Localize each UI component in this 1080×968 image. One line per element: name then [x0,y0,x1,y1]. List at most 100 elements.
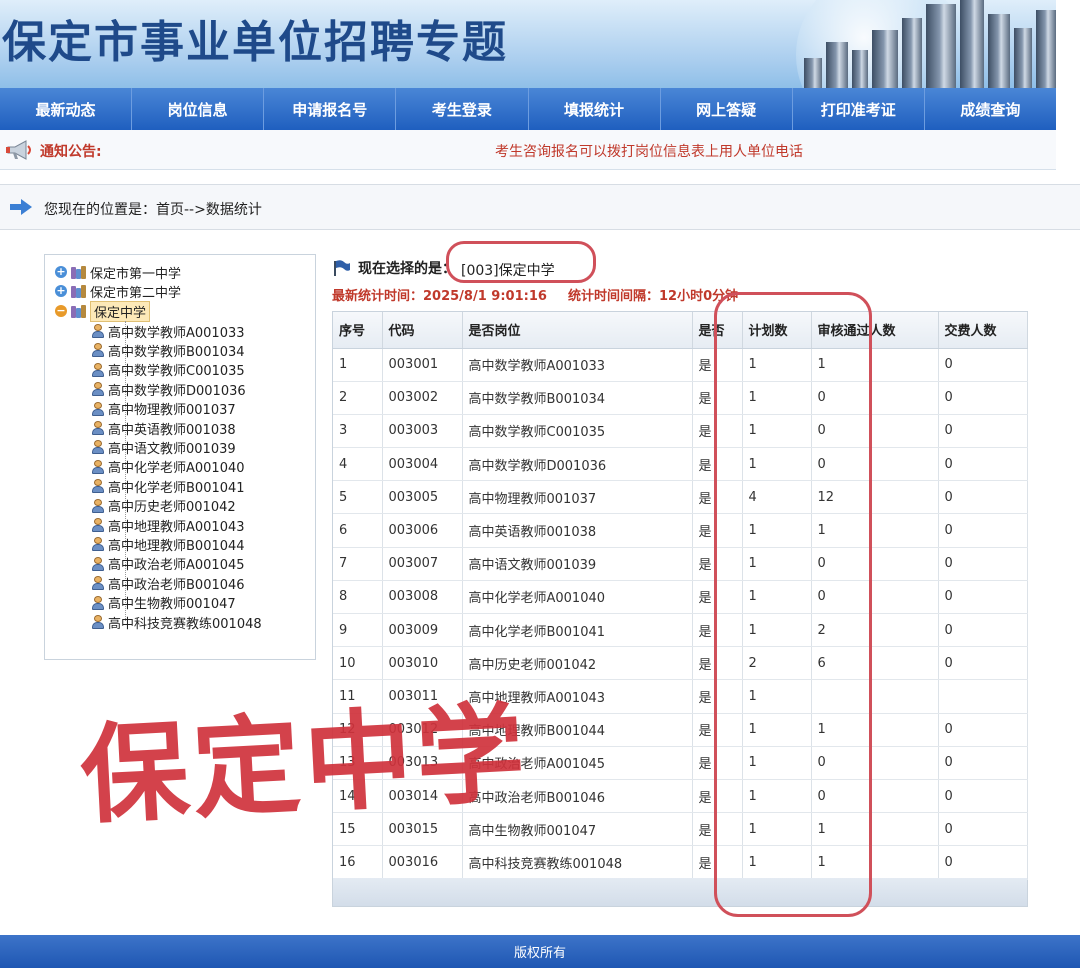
cell-position: 高中英语教师001038 [462,513,693,548]
nav-online-qa[interactable]: 网上答疑 [661,88,793,130]
annotation-circle-selection [446,241,596,283]
cell-code: 003016 [382,845,463,880]
tree-node-position[interactable]: 高中数学教师C001035 [91,361,245,379]
arrow-right-icon [10,199,32,215]
cell-paid: 0 [938,480,1028,515]
city-skyline-graphic [796,0,1056,88]
nav-apply-number[interactable]: 申请报名号 [264,88,397,130]
cell-position: 高中科技竞赛教练001048 [462,845,693,880]
cell-code: 003008 [382,580,463,615]
notice-text[interactable]: 考生咨询报名可以拨打岗位信息表上用人单位电话 [495,141,803,161]
nav-score-query[interactable]: 成绩查询 [925,88,1056,130]
tree-node-position[interactable]: 高中政治老师B001046 [91,574,245,593]
tree-node-label: 高中历史老师001042 [108,500,236,516]
cell-paid: 0 [938,447,1028,482]
tree-node-label: 高中数学教师A001033 [108,325,245,341]
table-row[interactable]: 3 003003 高中数学教师C001035 是 1 0 0 [333,414,1028,449]
col-header-paid: 交费人数 [938,312,1028,349]
col-header-position: 是否岗位 [462,312,693,349]
tree-node-label: 高中政治老师A001045 [108,558,245,574]
tree-node-position[interactable]: 高中科技竞赛教练001048 [91,613,262,632]
tree-node-position[interactable]: 高中地理教师B001044 [91,535,245,554]
nav-application-stats[interactable]: 填报统计 [529,88,661,130]
cell-index: 3 [333,414,383,449]
tree-node-position[interactable]: 高中化学老师A001040 [91,458,245,476]
person-icon [91,401,105,416]
site-banner: 保定市事业单位招聘专题 [0,0,1056,88]
person-icon [91,615,105,629]
person-icon [91,459,105,474]
tree-node-label: 高中生物教师001047 [108,597,236,613]
table-row[interactable]: 1 003001 高中数学教师A001033 是 1 1 0 [333,348,1028,382]
tree-node-position[interactable]: 高中物理教师001037 [91,400,236,418]
tree-node-position[interactable]: 高中数学教师B001034 [91,341,245,360]
cell-code: 003004 [382,447,463,482]
person-icon [91,595,105,610]
person-icon [91,537,105,552]
tree-node-position[interactable]: 高中政治老师A001045 [91,555,245,573]
cell-code: 003006 [382,513,463,548]
cell-index: 2 [333,381,383,415]
cell-paid: 0 [938,613,1028,648]
tree-node-position[interactable]: 高中数学教师D001036 [91,380,246,399]
table-row[interactable]: 5 003005 高中物理教师001037 是 4 12 0 [333,480,1028,515]
cell-paid: 0 [938,812,1028,847]
table-row[interactable]: 7 003007 高中语文教师001039 是 1 0 0 [333,547,1028,581]
cell-position: 高中数学教师B001034 [462,381,693,415]
tree-node-position[interactable]: 高中地理教师A001043 [91,516,245,535]
cell-position: 高中数学教师C001035 [462,414,693,449]
nav-candidate-login[interactable]: 考生登录 [396,88,529,130]
cell-index: 16 [333,845,383,880]
table-row[interactable]: 4 003004 高中数学教师D001036 是 1 0 0 [333,447,1028,482]
cell-position: 高中物理教师001037 [462,480,693,515]
cell-code: 003007 [382,547,463,581]
tree-node-position[interactable]: 高中语文教师001039 [91,438,236,457]
nav-print-admission[interactable]: 打印准考证 [793,88,925,130]
tree-node-position[interactable]: 高中历史老师001042 [91,497,236,515]
tree-node-position[interactable]: 高中生物教师001047 [91,594,236,612]
table-row[interactable]: 2 003002 高中数学教师B001034 是 1 0 0 [333,381,1028,415]
flag-icon [334,260,350,276]
main-nav: 最新动态 岗位信息 申请报名号 考生登录 填报统计 网上答疑 打印准考证 成绩查… [0,88,1056,130]
person-icon [91,518,105,532]
tree-node-school-1[interactable]: + 保定市第一中学 [55,263,182,282]
notice-label: 通知公告: [40,144,102,160]
tree-node-position[interactable]: 高中数学教师A001033 [91,322,245,341]
expand-icon[interactable]: + [55,285,67,297]
cell-code: 003005 [382,480,463,515]
tree-node-school-2[interactable]: + 保定市第二中学 [55,282,181,301]
tree-node-school-3[interactable]: − 保定中学 [55,300,151,322]
cell-index: 5 [333,480,383,515]
tree-node-label: 保定市第一中学 [90,266,182,282]
tree-node-position[interactable]: 高中英语教师001038 [91,419,236,438]
person-icon [91,576,105,591]
table-row[interactable]: 6 003006 高中英语教师001038 是 1 1 0 [333,513,1028,548]
breadcrumb-text: 您现在的位置是：首页-->数据统计 [44,202,262,218]
cell-position: 高中化学老师B001041 [462,613,693,648]
cell-index: 6 [333,513,383,548]
cell-code: 003001 [382,348,463,382]
books-icon [71,304,87,318]
footer: 版权所有 [0,935,1080,968]
selection-label: 现在选择的是： [358,261,456,277]
cell-position: 高中数学教师D001036 [462,447,693,482]
nav-latest-news[interactable]: 最新动态 [0,88,133,130]
cell-code: 003002 [382,381,463,415]
table-row[interactable]: 9 003009 高中化学老师B001041 是 1 2 0 [333,613,1028,648]
table-row[interactable]: 8 003008 高中化学老师A001040 是 1 0 0 [333,580,1028,615]
cell-paid: 0 [938,513,1028,548]
tree-node-position[interactable]: 高中化学老师B001041 [91,477,245,496]
cell-paid: 0 [938,845,1028,880]
table-row[interactable]: 16 003016 高中科技竞赛教练001048 是 1 1 0 [333,845,1028,880]
table-header-row: 序号 代码 是否岗位 是否 计划数 审核通过人数 交费人数 [333,312,1028,349]
cell-code: 003009 [382,613,463,648]
collapse-icon[interactable]: − [55,305,67,317]
tree-node-label: 高中数学教师B001034 [108,344,245,360]
tree-node-label: 高中政治老师B001046 [108,577,245,593]
site-title: 保定市事业单位招聘专题 [2,17,508,68]
person-icon [91,362,105,377]
nav-job-info[interactable]: 岗位信息 [132,88,265,130]
cell-position: 高中数学教师A001033 [462,348,693,382]
megaphone-icon [6,140,31,160]
expand-icon[interactable]: + [55,266,67,278]
